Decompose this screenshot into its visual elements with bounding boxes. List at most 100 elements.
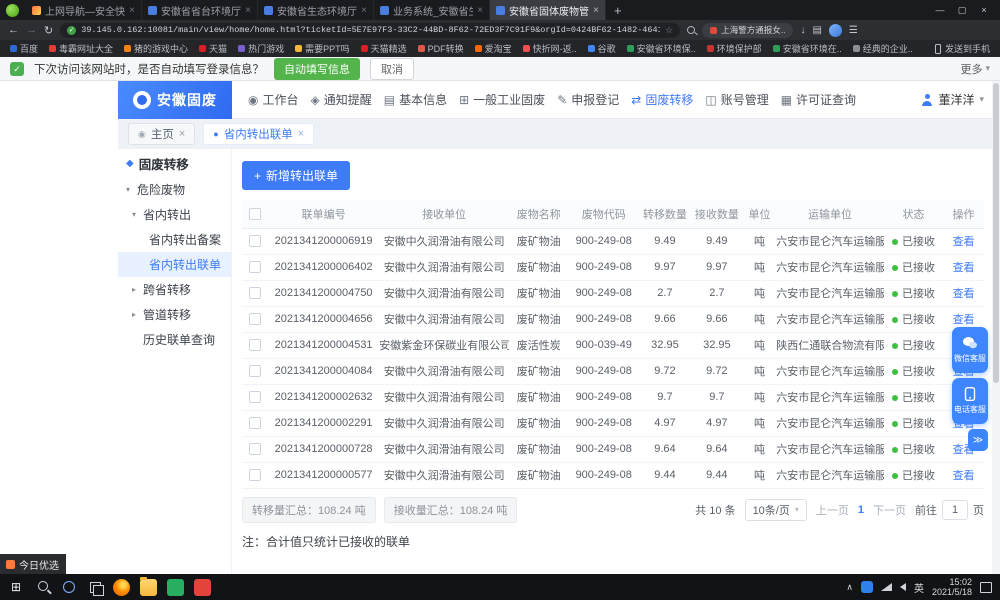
bookmark-item[interactable]: 安徽省环境保.. (627, 42, 696, 55)
taskbar-browser-icon[interactable] (113, 579, 130, 596)
nav-item[interactable]: ◫账号管理 (705, 91, 768, 108)
nav-item[interactable]: ⇄固废转移 (631, 91, 693, 108)
collections-icon[interactable]: ▤ (812, 25, 821, 36)
start-button[interactable]: ⊞ (2, 580, 30, 594)
refresh-button[interactable]: ↻ (44, 24, 53, 37)
maximize-button[interactable]: ▢ (952, 5, 972, 16)
bookmark-item[interactable]: 毒霸网址大全 (49, 42, 113, 55)
site-safety-icon[interactable]: ✓ (67, 26, 76, 35)
page-tab[interactable]: ●省内转出联单× (203, 123, 314, 145)
nav-item[interactable]: ◉工作台 (248, 91, 299, 108)
nav-item[interactable]: ▦许可证查询 (781, 91, 856, 108)
tab-close-icon[interactable]: × (361, 5, 367, 16)
tray-chat-icon[interactable] (861, 581, 873, 593)
hot-news-ticker[interactable]: 上海警方通报女.. (702, 23, 793, 38)
window-close-button[interactable]: × (974, 5, 994, 16)
nav-item[interactable]: ✎申报登记 (557, 91, 619, 108)
view-link[interactable]: 查看 (953, 470, 975, 482)
sidebar-item[interactable]: 省内转出联单 (118, 252, 231, 277)
row-checkbox[interactable] (249, 339, 261, 351)
bookmark-item[interactable]: 需要PPT吗 (295, 42, 350, 55)
bookmark-star-icon[interactable]: ☆ (665, 25, 673, 36)
sidebar-item[interactable]: 省内转出备案 (118, 227, 231, 252)
browser-menu-icon[interactable]: ☰ (849, 25, 858, 36)
collapse-handle[interactable]: ≫ (968, 429, 988, 451)
browser-tab[interactable]: 业务系统_安徽省生... × (374, 0, 490, 20)
row-checkbox[interactable] (249, 417, 261, 429)
sidebar-item[interactable]: ◆固废转移 (118, 149, 231, 177)
action-center-icon[interactable] (980, 582, 992, 593)
browser-tab[interactable]: 安徽省省台环境厅... × (142, 0, 258, 20)
page-scrollbar[interactable] (992, 81, 1000, 574)
forward-button[interactable]: → (26, 24, 37, 36)
download-icon[interactable]: ↓ (800, 25, 805, 36)
url-field[interactable]: ✓ 39.145.0.162:10081/main/view/home/home… (60, 23, 680, 38)
volume-icon[interactable] (900, 583, 906, 591)
user-menu[interactable]: 董洋洋 ▾ (921, 91, 984, 108)
tab-close-icon[interactable]: × (245, 5, 251, 16)
tray-expand-icon[interactable]: ∧ (846, 582, 853, 593)
sidebar-item[interactable]: ▸跨省转移 (118, 277, 231, 302)
prev-page-button[interactable]: 上一页 (816, 502, 849, 518)
row-checkbox[interactable] (249, 287, 261, 299)
select-all-checkbox[interactable] (249, 208, 261, 220)
scrollbar-thumb[interactable] (993, 83, 999, 383)
bookmark-item[interactable]: 猪的游戏中心 (124, 42, 188, 55)
search-icon[interactable] (687, 26, 695, 34)
page-tab[interactable]: ◉主页× (128, 123, 195, 145)
new-tab-button[interactable]: + (606, 3, 630, 18)
browser-tab[interactable]: 上网导航—安全快速... × (26, 0, 142, 20)
more-button[interactable]: 更多▾ (960, 61, 990, 77)
bookmark-item[interactable]: 谷歌 (588, 42, 616, 55)
minimize-button[interactable]: — (930, 5, 950, 16)
wechat-service-button[interactable]: 微信客服 (952, 327, 988, 373)
input-language-indicator[interactable]: 英 (914, 580, 924, 595)
bookmark-item[interactable]: 爱淘宝 (475, 42, 512, 55)
sidebar-item[interactable]: ▸管道转移 (118, 302, 231, 327)
bookmark-item[interactable]: 天猫精选 (361, 42, 407, 55)
today-picks-widget[interactable]: 今日优选 (0, 554, 66, 574)
add-manifest-button[interactable]: +新增转出联单 (242, 161, 350, 190)
tab-close-icon[interactable]: × (477, 5, 483, 16)
browser-logo-icon[interactable] (6, 4, 19, 17)
cortana-icon[interactable] (56, 574, 82, 600)
sidebar-item[interactable]: 历史联单查询 (118, 327, 231, 352)
browser-tab[interactable]: 安徽省固体废物管理 × (490, 0, 606, 20)
view-link[interactable]: 查看 (953, 236, 975, 248)
url-text[interactable]: 39.145.0.162:10081/main/view/home/home.h… (81, 25, 660, 35)
bookmark-item[interactable]: 经典的企业.. (853, 42, 913, 55)
bookmark-item[interactable]: 热门游戏 (238, 42, 284, 55)
row-checkbox[interactable] (249, 313, 261, 325)
view-link[interactable]: 查看 (953, 262, 975, 274)
tab-close-icon[interactable]: × (179, 128, 185, 140)
tab-close-icon[interactable]: × (593, 5, 599, 16)
browser-avatar[interactable] (829, 24, 842, 37)
view-link[interactable]: 查看 (953, 288, 975, 300)
send-to-phone-button[interactable]: 发送到手机 (935, 42, 990, 55)
taskbar-pdf-icon[interactable] (194, 579, 211, 596)
row-checkbox[interactable] (249, 443, 261, 455)
browser-tab[interactable]: 安徽省生态环境厅 × (258, 0, 374, 20)
news-text[interactable]: 上海警方通报女.. (721, 24, 785, 36)
taskbar-clock[interactable]: 15:02 2021/5/18 (932, 577, 972, 598)
network-icon[interactable] (881, 583, 892, 591)
tab-close-icon[interactable]: × (298, 128, 304, 140)
nav-item[interactable]: ▤基本信息 (384, 91, 447, 108)
page-size-select[interactable]: 10条/页▾ (745, 499, 807, 521)
bookmark-item[interactable]: PDF转换 (418, 42, 464, 55)
row-checkbox[interactable] (249, 391, 261, 403)
sidebar-item[interactable]: ▾省内转出 (118, 202, 231, 227)
row-checkbox[interactable] (249, 261, 261, 273)
bookmark-item[interactable]: 环境保护部 (707, 42, 762, 55)
row-checkbox[interactable] (249, 469, 261, 481)
row-checkbox[interactable] (249, 365, 261, 377)
view-link[interactable]: 查看 (953, 314, 975, 326)
tab-close-icon[interactable]: × (129, 5, 135, 16)
task-view-icon[interactable] (82, 574, 108, 600)
next-page-button[interactable]: 下一页 (873, 502, 906, 518)
current-page[interactable]: 1 (858, 504, 864, 516)
nav-item[interactable]: ◈通知提醒 (311, 91, 372, 108)
goto-page-input[interactable] (942, 500, 968, 520)
bookmark-item[interactable]: 快折网-返.. (523, 42, 577, 55)
cancel-button[interactable]: 取消 (370, 58, 414, 80)
